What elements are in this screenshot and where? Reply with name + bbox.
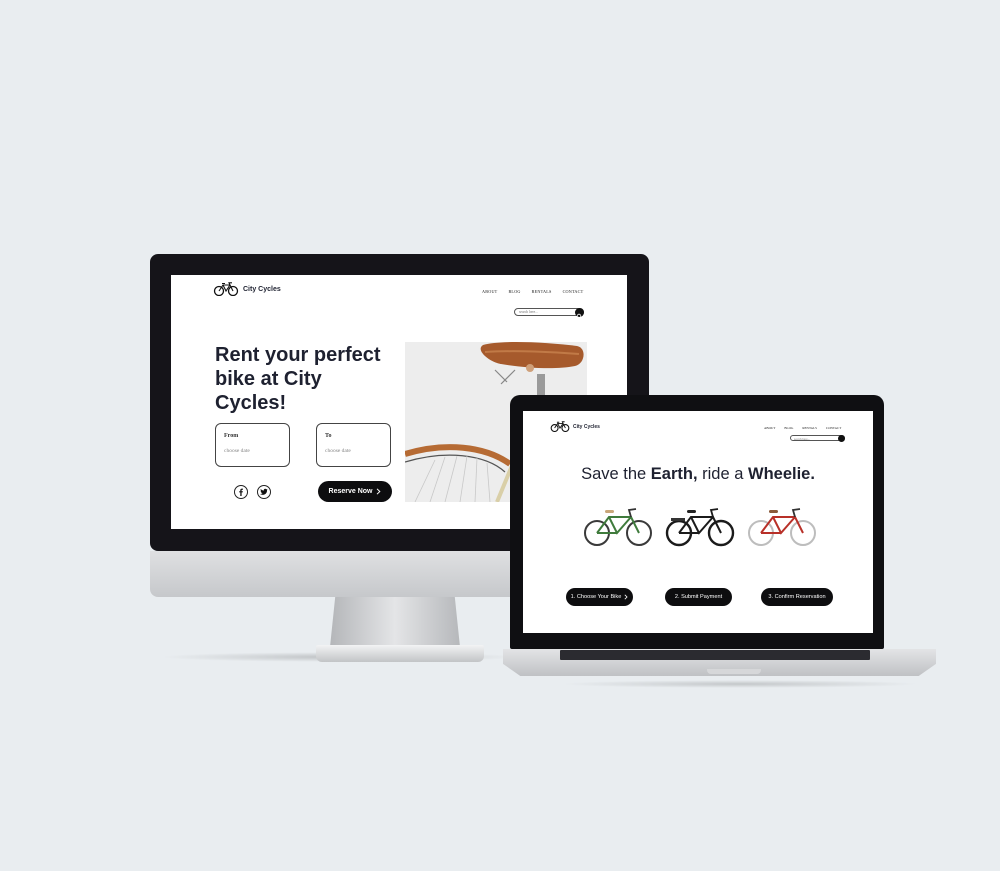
desktop-logo[interactable]: City Cycles bbox=[213, 282, 281, 296]
from-label: From bbox=[224, 433, 239, 439]
nav-contact[interactable]: CONTACT bbox=[563, 289, 584, 294]
bicycle-logo-icon bbox=[550, 421, 570, 432]
search-button[interactable] bbox=[838, 435, 845, 447]
laptop-keyboard bbox=[560, 650, 870, 660]
nav-blog[interactable]: BLOG bbox=[784, 426, 793, 430]
step-confirm-reservation-button[interactable]: 3. Confirm Reservation bbox=[761, 588, 833, 606]
nav-about[interactable]: ABOUT bbox=[482, 289, 497, 294]
nav-contact[interactable]: CONTACT bbox=[826, 426, 841, 430]
twitter-icon bbox=[260, 488, 268, 495]
bike-red[interactable] bbox=[747, 505, 817, 549]
imac-stand-foot bbox=[316, 645, 484, 662]
imac-stand-neck bbox=[330, 597, 460, 647]
tagline-earth: Earth, bbox=[650, 465, 698, 483]
to-date-field[interactable]: To choose date bbox=[316, 423, 391, 467]
desktop-navbar: City Cycles ABOUT BLOG RENTALS CONTACT s… bbox=[171, 275, 627, 319]
laptop-shadow bbox=[560, 680, 920, 688]
brand-name: City Cycles bbox=[573, 423, 600, 430]
tagline-part-2: ride a bbox=[697, 465, 748, 483]
search-placeholder: search here... bbox=[519, 310, 538, 314]
nav-rentals[interactable]: RENTALS bbox=[532, 289, 552, 294]
laptop-tagline: Save the Earth, ride a Wheelie. bbox=[523, 465, 873, 484]
facebook-button[interactable] bbox=[234, 485, 248, 499]
hero-title: Rent your perfect bike at City Cycles! bbox=[215, 344, 381, 414]
twitter-button[interactable] bbox=[257, 485, 271, 499]
step-choose-bike-button[interactable]: 1. Choose Your Bike bbox=[566, 588, 633, 606]
search-placeholder: search here... bbox=[794, 436, 810, 441]
laptop-bezel: City Cycles ABOUT BLOG RENTALS CONTACT s… bbox=[510, 395, 884, 649]
facebook-icon bbox=[239, 488, 243, 496]
nav-blog[interactable]: BLOG bbox=[508, 289, 520, 294]
laptop-notch bbox=[707, 669, 761, 674]
chevron-right-icon bbox=[377, 488, 382, 495]
reserve-label: Reserve Now bbox=[328, 488, 373, 495]
nav-rentals[interactable]: RENTALS bbox=[802, 426, 817, 430]
from-date-field[interactable]: From choose date bbox=[215, 423, 290, 467]
to-label: To bbox=[325, 433, 332, 439]
bicycle-logo-icon bbox=[213, 282, 239, 296]
tagline-part-1: Save the bbox=[581, 465, 651, 483]
laptop-website: City Cycles ABOUT BLOG RENTALS CONTACT s… bbox=[523, 411, 873, 633]
bike-green[interactable] bbox=[583, 505, 653, 549]
laptop-nav-menu: ABOUT BLOG RENTALS CONTACT bbox=[764, 426, 841, 430]
nav-about[interactable]: ABOUT bbox=[764, 426, 775, 430]
step-3-label: 3. Confirm Reservation bbox=[768, 594, 826, 600]
bike-black[interactable] bbox=[665, 505, 735, 549]
search-icon bbox=[839, 442, 844, 447]
search-icon bbox=[576, 313, 582, 319]
step-2-label: 2. Submit Payment bbox=[674, 594, 723, 600]
step-1-label: 1. Choose Your Bike bbox=[570, 594, 622, 600]
laptop-search-input[interactable]: search here... bbox=[790, 435, 845, 447]
reserve-now-button[interactable]: Reserve Now bbox=[318, 481, 392, 502]
search-button[interactable] bbox=[575, 308, 584, 319]
step-submit-payment-button[interactable]: 2. Submit Payment bbox=[665, 588, 732, 606]
from-placeholder: choose date bbox=[224, 448, 250, 454]
to-placeholder: choose date bbox=[325, 448, 351, 454]
desktop-nav-menu: ABOUT BLOG RENTALS CONTACT bbox=[482, 289, 583, 294]
laptop-logo[interactable]: City Cycles bbox=[550, 421, 600, 432]
tagline-wheelie: Wheelie. bbox=[748, 465, 815, 483]
brand-name: City Cycles bbox=[243, 285, 281, 293]
chevron-right-icon bbox=[624, 594, 628, 600]
desktop-search-input[interactable]: search here... bbox=[514, 308, 584, 319]
